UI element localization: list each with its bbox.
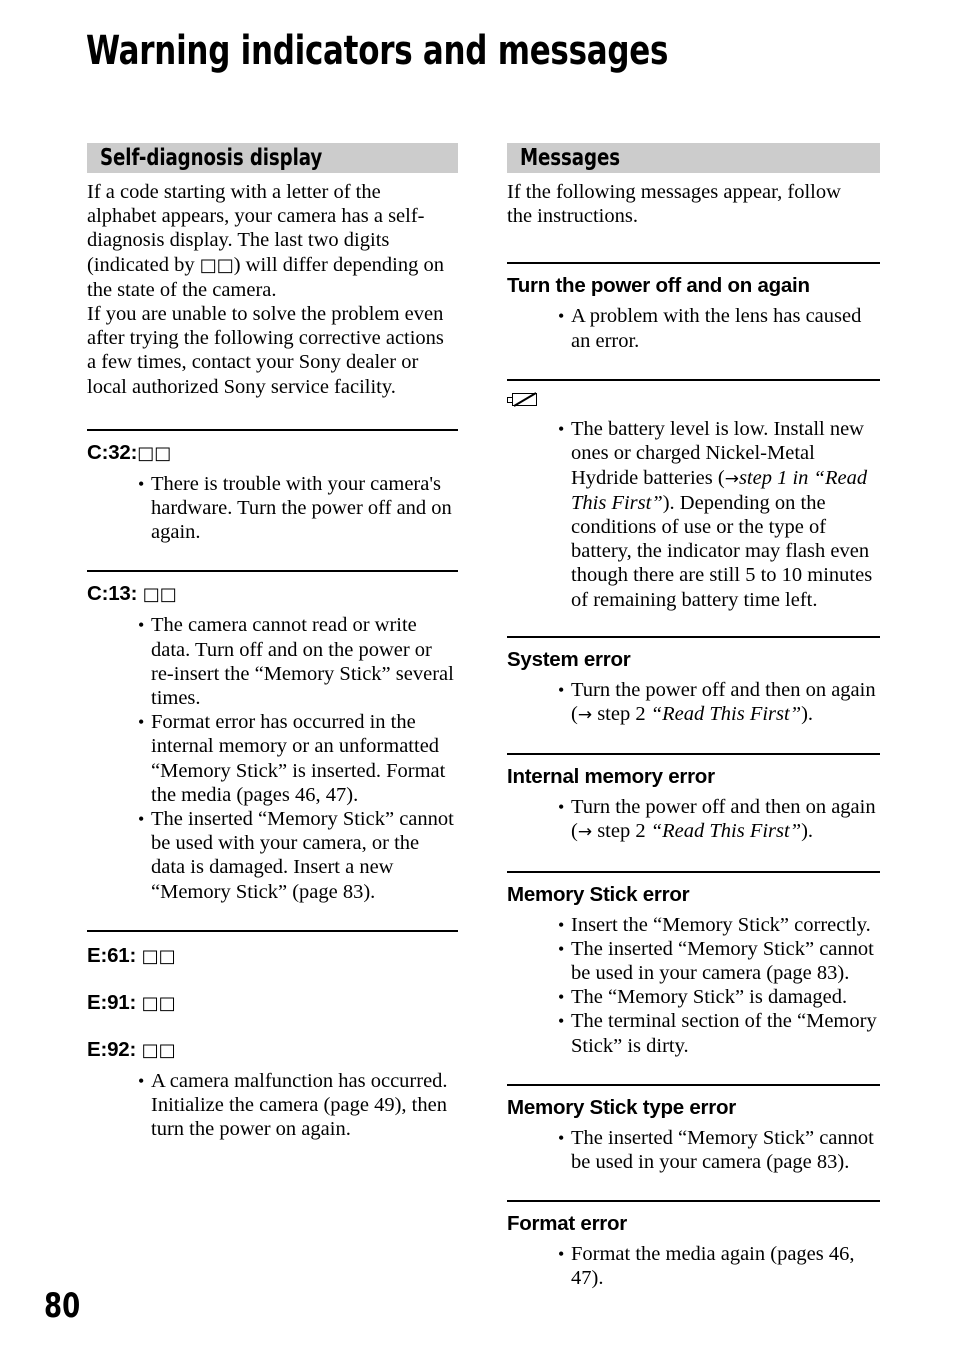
entry-code-text: E:92: <box>87 1037 142 1061</box>
list-item: Turn the power off and then on again (→ … <box>558 678 880 727</box>
entry-e61: E:61: □□ <box>87 944 458 969</box>
intro-line: after trying the following corrective ac… <box>87 327 444 350</box>
list-item: Format the media again (pages 46, 47). <box>558 1242 880 1290</box>
entry-bullet-list: Turn the power off and then on again (→ … <box>507 795 880 844</box>
placeholder-boxes-icon: □□ <box>199 254 234 276</box>
list-item: Format error has occurred in the interna… <box>138 710 458 807</box>
right-column: Messages If the following messages appea… <box>507 143 880 1291</box>
bullet-step: step 2 <box>592 702 651 725</box>
list-item: A problem with the lens has caused an er… <box>558 304 880 352</box>
intro-line: local authorized Sony service facility. <box>87 375 396 398</box>
entry-code-text: E:61: <box>87 943 142 967</box>
list-item: The battery level is low. Install new on… <box>558 417 880 612</box>
list-item: There is trouble with your camera's hard… <box>138 472 458 545</box>
list-item: The inserted “Memory Stick” cannot be us… <box>558 937 880 985</box>
entry-heading: Format error <box>507 1212 628 1236</box>
section-header-label: Self-diagnosis display <box>100 144 323 171</box>
entry-code-label: E:92: □□ <box>87 1038 458 1063</box>
intro-line: If you are unable to solve the problem e… <box>87 303 444 326</box>
entry-turn-power-off-on: Turn the power off and on again A proble… <box>507 274 880 352</box>
intro-text: ) will differ depending on <box>233 253 444 276</box>
bullet-reference: “Read This First” <box>650 820 802 843</box>
intro-line: If a code starting with a letter of the <box>87 181 381 203</box>
intro-line: the state of the camera. <box>87 278 277 301</box>
entry-code-label: E:91: □□ <box>87 991 458 1016</box>
page-title: Warning indicators and messages <box>86 28 669 74</box>
arrow-right-icon: → <box>577 822 593 843</box>
entry-code-text: C:13: <box>87 582 143 606</box>
arrow-right-icon: → <box>577 704 593 725</box>
intro-line: alphabet appears, your camera has a self… <box>87 205 425 228</box>
page-number: 80 <box>44 1286 81 1326</box>
list-item: A camera malfunction has occurred. Initi… <box>138 1069 458 1142</box>
placeholder-boxes-icon: □□ <box>142 584 177 606</box>
bullet-text: ). <box>801 820 814 843</box>
low-battery-icon <box>507 391 540 409</box>
intro-line: If the following messages appear, follow <box>507 181 841 203</box>
placeholder-boxes-icon: □□ <box>141 945 176 967</box>
section-header-messages: Messages <box>507 143 880 173</box>
entry-bullet-list: The battery level is low. Install new on… <box>507 417 880 612</box>
intro-line: diagnosis display. The last two digits <box>87 229 390 252</box>
entry-bullet-list: The camera cannot read or write data. Tu… <box>87 613 458 903</box>
entry-code-label: C:32:□□ <box>87 441 458 466</box>
entry-system-error: System error Turn the power off and then… <box>507 648 880 727</box>
entry-c13: C:13: □□ The camera cannot read or write… <box>87 582 458 903</box>
entry-bullet-list: Insert the “Memory Stick” correctly. The… <box>507 913 880 1058</box>
entry-bullet-list: A problem with the lens has caused an er… <box>507 304 880 352</box>
list-item: The camera cannot read or write data. Tu… <box>138 613 458 710</box>
entry-code-text: E:91: <box>87 990 142 1014</box>
arrow-right-icon: → <box>724 468 739 489</box>
placeholder-boxes-icon: □□ <box>137 442 172 464</box>
entry-internal-memory-error: Internal memory error Turn the power off… <box>507 765 880 844</box>
entry-code-label: C:13: □□ <box>87 582 458 607</box>
entry-e91: E:91: □□ <box>87 991 458 1016</box>
entry-c32: C:32:□□ There is trouble with your camer… <box>87 441 458 545</box>
intro-text: (indicated by <box>87 253 200 276</box>
entry-heading: Turn the power off and on again <box>507 274 810 298</box>
section-header-self-diagnosis: Self-diagnosis display <box>87 143 458 173</box>
self-diagnosis-intro: If a code starting with a letter of the … <box>87 180 458 399</box>
battery-slash <box>512 392 538 408</box>
list-item: The terminal section of the “Memory Stic… <box>558 1009 880 1057</box>
entry-heading: Memory Stick error <box>507 882 690 906</box>
entry-bullet-list: The inserted “Memory Stick” cannot be us… <box>507 1126 880 1174</box>
entry-bullet-list: Format the media again (pages 46, 47). <box>507 1242 880 1290</box>
entry-bullet-list: A camera malfunction has occurred. Initi… <box>87 1069 458 1142</box>
bullet-reference: “Read This First” <box>650 702 802 725</box>
intro-line: the instructions. <box>507 205 638 228</box>
entry-memory-stick-type-error: Memory Stick type error The inserted “Me… <box>507 1096 880 1174</box>
bullet-text: ). <box>801 702 814 725</box>
list-item: The inserted “Memory Stick” cannot be us… <box>558 1126 880 1174</box>
list-item: Insert the “Memory Stick” correctly. <box>558 913 880 937</box>
entry-heading: System error <box>507 647 631 671</box>
entry-format-error: Format error Format the media again (pag… <box>507 1212 880 1290</box>
entry-bullet-list: Turn the power off and then on again (→ … <box>507 678 880 727</box>
placeholder-boxes-icon: □□ <box>141 1039 176 1061</box>
list-item: The “Memory Stick” is damaged. <box>558 985 880 1009</box>
entry-battery-low: The battery level is low. Install new on… <box>507 391 880 612</box>
entry-heading: Memory Stick type error <box>507 1095 736 1119</box>
left-column: Self-diagnosis display If a code startin… <box>87 143 458 1141</box>
entry-code-text: C:32: <box>87 440 138 464</box>
section-header-label: Messages <box>520 144 620 171</box>
entry-bullet-list: There is trouble with your camera's hard… <box>87 472 458 545</box>
entry-code-label: E:61: □□ <box>87 944 458 969</box>
intro-line: a few times, contact your Sony dealer or <box>87 351 419 374</box>
low-battery-icon-wrap <box>507 391 880 409</box>
entry-memory-stick-error: Memory Stick error Insert the “Memory St… <box>507 883 880 1058</box>
bullet-step: step 2 <box>592 820 651 843</box>
messages-intro: If the following messages appear, follow… <box>507 180 880 228</box>
intro-line: (indicated by □□) will differ depending … <box>87 253 458 278</box>
list-item: Turn the power off and then on again (→ … <box>558 795 880 844</box>
entry-e92: E:92: □□ A camera malfunction has occurr… <box>87 1038 458 1142</box>
document-page: Warning indicators and messages Self-dia… <box>0 0 954 1357</box>
list-item: The inserted “Memory Stick” cannot be us… <box>138 807 458 904</box>
placeholder-boxes-icon: □□ <box>141 992 176 1014</box>
entry-heading: Internal memory error <box>507 765 715 789</box>
